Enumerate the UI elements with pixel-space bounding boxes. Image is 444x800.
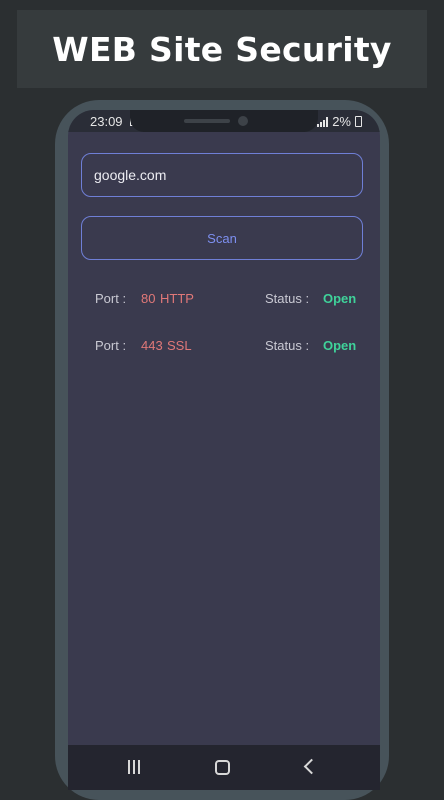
result-row: Port : 443 SSL Status : Open [68,338,380,358]
recent-apps-icon[interactable] [128,760,140,774]
battery-percent: 2% [332,114,351,129]
phone-screen: 23:09 2% Scan Port : 80 HTTP Status : Op… [68,110,380,790]
status-bar: 23:09 2% [68,110,380,132]
port-number: 443 [141,338,163,353]
signal-icon [317,116,329,127]
home-icon[interactable] [215,760,230,775]
status-indicators: 2% [317,114,362,129]
status-value: Open [323,338,357,353]
status-time: 23:09 [90,114,123,129]
port-label: Port : [95,338,127,353]
url-input[interactable] [81,153,363,197]
front-camera-icon [238,116,248,126]
status-label: Status : [265,338,310,353]
result-row: Port : 80 HTTP Status : Open [68,291,380,311]
back-icon[interactable] [303,758,320,775]
port-service: SSL [167,338,192,353]
battery-icon [355,116,362,127]
promo-banner: WEB Site Security [17,10,427,88]
camera-notch [130,110,318,132]
scan-button[interactable]: Scan [81,216,363,260]
port-number: 80 [141,291,156,306]
banner-title: WEB Site Security [52,29,392,69]
status-label: Status : [265,291,310,306]
port-label: Port : [95,291,127,306]
speaker-grille [184,119,230,123]
port-service: HTTP [160,291,194,306]
navigation-bar [68,745,380,790]
status-value: Open [323,291,357,306]
